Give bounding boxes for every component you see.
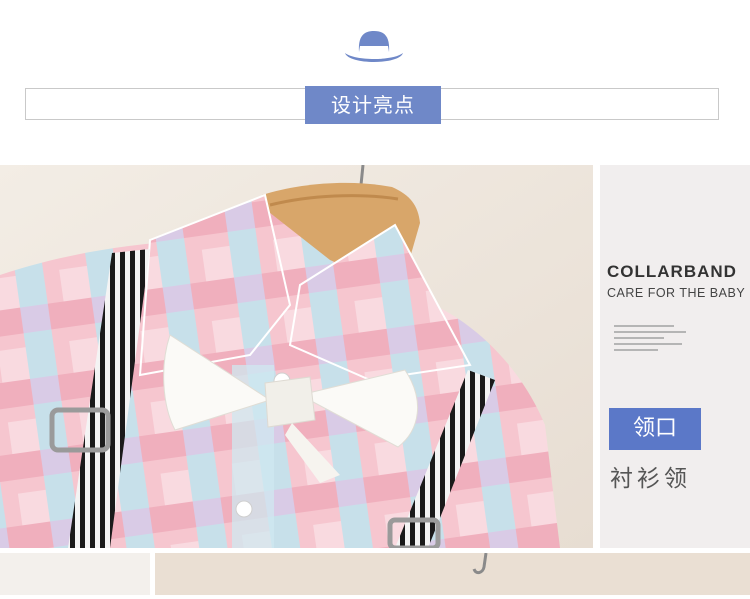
feature-caption: 衬衫领 <box>610 466 691 492</box>
section-header: 设计亮点 <box>0 0 750 165</box>
feature-title: COLLARBAND <box>607 262 737 281</box>
decorative-fine-print <box>614 325 694 355</box>
section-title: 设计亮点 <box>305 86 441 124</box>
hat-icon <box>345 31 403 62</box>
next-section-preview <box>0 552 750 595</box>
feature-panel: COLLARBAND CARE FOR THE BABY 领口 衬衫领 <box>600 165 750 548</box>
feature-badge: 领口 <box>609 408 701 450</box>
shirt-collar-image <box>0 165 593 548</box>
feature-subtitle: CARE FOR THE BABY <box>607 286 746 300</box>
product-photo <box>0 165 593 548</box>
